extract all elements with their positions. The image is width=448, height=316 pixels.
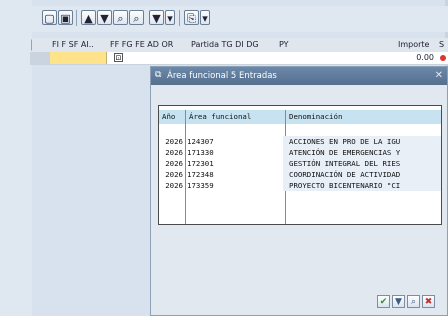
column-header[interactable]: Partida TG DI DG <box>191 38 259 52</box>
dialog-icon: ⧉ <box>155 70 162 80</box>
cancel-button[interactable]: ✖ <box>422 295 435 308</box>
description-cell: PROYECTO BICENTENARIO "CI <box>289 181 401 190</box>
filter-button[interactable]: ▼ <box>392 295 405 308</box>
description-cell: GESTIÓN INTEGRAL DEL RIES <box>289 159 401 168</box>
description-cell: ATENCIÓN DE EMERGENCIAS Y <box>289 148 401 157</box>
list-item[interactable]: 2026 124307 ACCIONES EN PRO DE LA IGU <box>159 136 441 147</box>
f4-help-dialog: ⧉ Área funcional 5 Entradas ✕ Año Área f… <box>150 66 448 316</box>
row-selector[interactable] <box>30 52 50 64</box>
toolbar-separator <box>179 10 180 26</box>
export-dropdown-icon[interactable]: ▾ <box>200 10 210 25</box>
alv-toolbar: ▢ ▣ ▲ ▼ ⌕ ⌕ ▼ ▾ ⎘ ▾ <box>32 6 448 32</box>
confirm-button[interactable]: ✔ <box>377 295 390 308</box>
year-cell: 2026 <box>165 181 183 190</box>
column-header[interactable]: PY <box>279 38 289 52</box>
column-header[interactable]: FF FG FE AD OR <box>110 38 173 52</box>
list-item[interactable]: 2026 171330 ATENCIÓN DE EMERGENCIAS Y <box>159 147 441 158</box>
toolbar-separator <box>76 10 77 26</box>
hit-list: Año Área funcional Denominación 2026 124… <box>158 105 442 225</box>
list-item[interactable]: 2026 173359 PROYECTO BICENTENARIO "CI <box>159 180 441 191</box>
area-cell: 172348 <box>187 170 214 179</box>
year-cell: 2026 <box>165 159 183 168</box>
column-header[interactable]: Área funcional <box>189 110 251 124</box>
filter-icon[interactable]: ▼ <box>149 10 164 25</box>
area-cell: 173359 <box>187 181 214 190</box>
area-cell: 171330 <box>187 148 214 157</box>
area-cell: 124307 <box>187 137 214 146</box>
description-cell: COORDINACIÓN DE ACTIVIDAD <box>289 170 401 179</box>
find-button[interactable]: ⌕ <box>407 295 420 308</box>
list-item[interactable]: 2026 172301 GESTIÓN INTEGRAL DEL RIES <box>159 158 441 169</box>
export-icon[interactable]: ⎘ <box>184 10 199 25</box>
find-icon[interactable]: ⌕ <box>113 10 128 25</box>
column-header[interactable]: FI F SF AI.. <box>52 38 94 52</box>
column-header[interactable]: S <box>439 38 444 52</box>
close-icon[interactable]: ✕ <box>435 67 443 85</box>
filter-dropdown-icon[interactable]: ▾ <box>165 10 175 25</box>
importe-value: 0.00 <box>416 53 434 62</box>
column-header[interactable]: Importe <box>398 38 429 52</box>
find-next-icon[interactable]: ⌕ <box>129 10 144 25</box>
dialog-title: Área funcional 5 Entradas <box>167 71 277 81</box>
area-cell: 172301 <box>187 159 214 168</box>
year-cell: 2026 <box>165 137 183 146</box>
sort-ascending-icon[interactable]: ▲ <box>81 10 96 25</box>
dialog-title-bar: ⧉ Área funcional 5 Entradas ✕ <box>151 67 447 85</box>
grid-header: FI F SF AI.. FF FG FE AD OR Partida TG D… <box>32 38 448 53</box>
column-header[interactable]: Año <box>162 110 175 124</box>
year-cell: 2026 <box>165 148 183 157</box>
save-icon[interactable]: ▣ <box>58 10 73 25</box>
sort-descending-icon[interactable]: ▼ <box>97 10 112 25</box>
list-item[interactable]: 2026 172348 COORDINACIÓN DE ACTIVIDAD <box>159 169 441 180</box>
column-header[interactable]: Denominación <box>289 110 342 124</box>
status-icon <box>440 55 446 61</box>
year-cell: 2026 <box>165 170 183 179</box>
f4-help-icon[interactable]: ⊡ <box>114 53 123 62</box>
table-row[interactable]: ⊡ 0.00 <box>30 52 448 65</box>
list-header: Año Área funcional Denominación <box>159 110 441 124</box>
details-icon[interactable]: ▢ <box>42 10 57 25</box>
description-cell: ACCIONES EN PRO DE LA IGU <box>289 137 401 146</box>
left-panel <box>0 0 32 316</box>
input-cell[interactable]: ⊡ <box>50 52 123 64</box>
